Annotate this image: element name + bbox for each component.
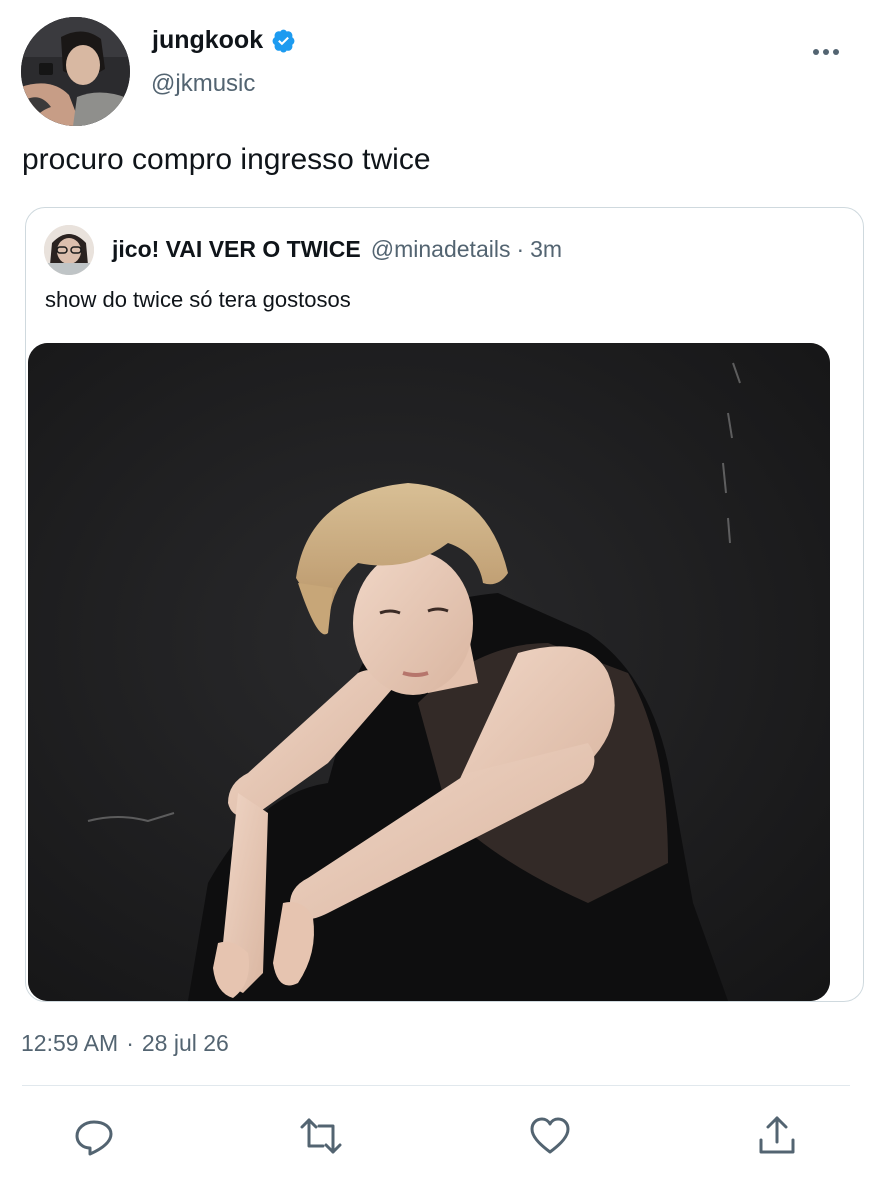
reply-icon (75, 1120, 113, 1156)
tweet-text: procuro compro ingresso twice (22, 143, 431, 176)
verified-badge-icon (272, 29, 295, 53)
divider (22, 1085, 850, 1086)
tweet-timestamp[interactable]: 12:59 AM · 28 jul 26 (21, 1030, 229, 1057)
quoted-author-avatar[interactable] (44, 225, 94, 275)
photo-person-image (28, 343, 830, 1001)
timestamp-time: 12:59 AM (21, 1030, 119, 1056)
quoted-tweet-card[interactable]: jico! VAI VER O TWICE @minadetails · 3m sho… (25, 207, 864, 1002)
share-icon (759, 1116, 795, 1154)
author-avatar[interactable] (21, 17, 130, 126)
quoted-author-name[interactable]: jico! VAI VER O TWICE (112, 236, 361, 262)
like-icon (530, 1117, 570, 1154)
author-name-row[interactable]: jungkook (152, 26, 296, 55)
more-dots-icon (813, 49, 839, 55)
tweet-actions-bar (0, 1108, 871, 1164)
quoted-separator: · (516, 236, 525, 262)
like-button[interactable] (528, 1114, 572, 1158)
person-avatar-image (21, 17, 130, 126)
share-button[interactable] (755, 1114, 799, 1158)
quoted-avatar-image (44, 225, 94, 275)
retweet-icon (300, 1118, 342, 1154)
quoted-media-photo[interactable] (28, 343, 830, 1001)
author-handle[interactable]: @jkmusic (151, 70, 255, 98)
retweet-button[interactable] (299, 1114, 343, 1158)
timestamp-date: 28 jul 26 (141, 1030, 229, 1056)
author-name[interactable]: jungkook (152, 26, 263, 55)
timestamp-separator: · (126, 1030, 134, 1056)
more-options-button[interactable] (808, 36, 844, 66)
quoted-header: jico! VAI VER O TWICE @minadetails · 3m (112, 236, 562, 263)
quoted-author-handle[interactable]: @minadetails (371, 236, 511, 262)
reply-button[interactable] (73, 1114, 117, 1158)
quoted-time[interactable]: 3m (530, 236, 562, 262)
quoted-tweet-text: show do twice só tera gostosos (45, 287, 351, 312)
